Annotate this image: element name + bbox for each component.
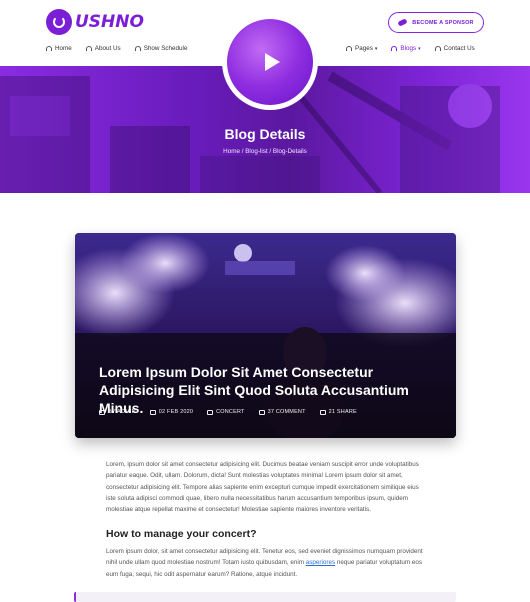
breadcrumb: Home / Blog-list / Blog-Details <box>0 148 530 155</box>
nav-label: About Us <box>94 45 121 52</box>
headphones-icon <box>346 46 352 51</box>
meta-date: 02 FEB 2020 <box>149 409 194 415</box>
meta-author-text: BY ADMIN <box>108 409 136 415</box>
comment-icon <box>258 409 265 415</box>
logo[interactable]: USHNO <box>46 9 144 35</box>
share-icon <box>319 409 326 415</box>
nav-label: Pages <box>355 45 373 52</box>
post-meta: BY ADMIN 02 FEB 2020 CONCERT 37 COMMENT … <box>99 409 371 415</box>
folder-icon <box>207 409 214 415</box>
meta-category[interactable]: CONCERT <box>207 409 245 415</box>
headphones-icon <box>434 46 441 51</box>
nav-label: Show Schedule <box>143 45 188 52</box>
play-icon <box>264 53 280 71</box>
nav-right: Pages ▾ Blogs ▾ Contact Us <box>346 45 489 52</box>
meta-shares[interactable]: 21 SHARE <box>319 409 357 415</box>
nav-item-contact[interactable]: Contact Us <box>434 45 475 52</box>
meta-author[interactable]: BY ADMIN <box>99 409 136 415</box>
meta-comments[interactable]: 37 COMMENT <box>258 409 306 415</box>
featured-post-card: Lorem Ipsum Dolor Sit Amet Consectetur A… <box>75 233 456 438</box>
page-title: Blog Details <box>224 126 306 142</box>
ticket-icon <box>397 18 408 27</box>
calendar-icon <box>149 409 156 415</box>
chevron-down-icon: ▾ <box>418 45 421 52</box>
sponsor-label: BECOME A SPONSOR <box>412 19 474 26</box>
headphones-icon <box>391 46 398 51</box>
nav-label: Contact Us <box>443 45 475 52</box>
play-icon-circle <box>227 19 313 105</box>
meta-date-text: 02 FEB 2020 <box>158 409 194 415</box>
post-paragraph-1: Lorem, ipsum dolor sit amet consectetur … <box>106 461 419 514</box>
headphones-icon <box>85 46 92 51</box>
nav-left: Home About Us Show Schedule <box>46 45 201 52</box>
chevron-down-icon: ▾ <box>374 45 378 52</box>
blockquote <box>74 592 456 602</box>
user-icon <box>99 409 105 415</box>
nav-item-pages[interactable]: Pages ▾ <box>346 45 377 52</box>
headphones-icon <box>134 46 141 51</box>
live-play-button[interactable] <box>222 14 318 110</box>
breadcrumb-current: Blog-Details <box>272 148 307 155</box>
nav-label: Blogs <box>400 45 417 52</box>
become-sponsor-button[interactable]: BECOME A SPONSOR <box>388 12 484 33</box>
nav-item-blogs[interactable]: Blogs ▾ <box>391 45 421 52</box>
post-paragraph-2: Lorem ipsum dolor, sit amet consectetur … <box>106 546 424 580</box>
headphones-icon <box>46 46 52 51</box>
nav-item-home[interactable]: Home <box>46 45 72 52</box>
inline-link[interactable]: asperiores <box>306 559 335 566</box>
breadcrumb-blog-list[interactable]: Blog-list <box>245 148 267 155</box>
meta-shares-text: 21 SHARE <box>328 409 357 415</box>
nav-item-show-schedule[interactable]: Show Schedule <box>134 45 188 52</box>
logo-text: USHNO <box>75 12 144 32</box>
nav-label: Home <box>55 45 72 52</box>
meta-comments-text: 37 COMMENT <box>267 409 306 415</box>
nav-item-about[interactable]: About Us <box>85 45 121 52</box>
breadcrumb-home[interactable]: Home <box>223 148 240 155</box>
meta-category-text: CONCERT <box>216 409 245 415</box>
logo-icon <box>46 9 72 35</box>
post-subheading: How to manage your concert? <box>106 528 257 540</box>
